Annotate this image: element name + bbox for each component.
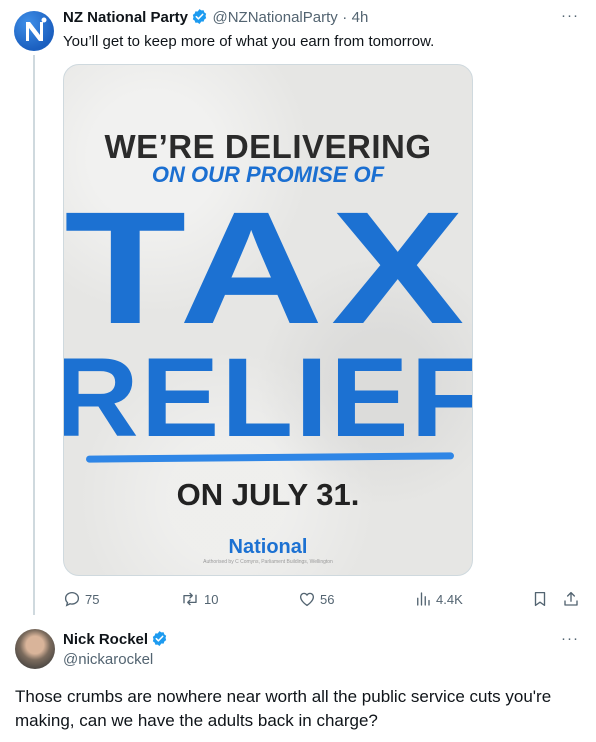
views-button[interactable]: 4.4K bbox=[414, 590, 463, 608]
media-national-logo: National bbox=[228, 536, 308, 558]
reply-author-name[interactable]: Nick Rockel bbox=[63, 631, 148, 648]
reply-header: Nick Rockel bbox=[63, 630, 168, 652]
reply-button[interactable]: 75 bbox=[63, 590, 99, 608]
views-count: 4.4K bbox=[436, 591, 463, 607]
reply-author-handle[interactable]: @nickarockel bbox=[63, 651, 153, 668]
retweet-button[interactable]: 10 bbox=[180, 590, 218, 608]
share-icon bbox=[562, 590, 580, 608]
tweet-text: You’ll get to keep more of what you earn… bbox=[63, 33, 435, 50]
national-logo-icon bbox=[26, 17, 47, 41]
more-options-button[interactable]: ··· bbox=[561, 7, 579, 24]
reply-count: 75 bbox=[85, 591, 100, 607]
like-icon bbox=[298, 590, 316, 608]
verified-badge-icon bbox=[191, 8, 208, 30]
like-button[interactable]: 56 bbox=[298, 590, 334, 608]
verified-badge-icon bbox=[151, 630, 168, 652]
tweet-media-image[interactable]: WE’RE DELIVERING ON OUR PROMISE OF TAX R… bbox=[63, 64, 473, 576]
author-handle[interactable]: @NZNationalParty bbox=[212, 9, 337, 26]
tweet-timestamp[interactable]: 4h bbox=[352, 9, 369, 26]
media-relief-word: RELIEF bbox=[63, 335, 473, 460]
media-date: ON JULY 31. bbox=[176, 477, 360, 512]
tweet-header: NZ National Party @NZNationalParty · 4h bbox=[63, 8, 368, 30]
retweet-icon bbox=[180, 590, 200, 608]
reply-icon bbox=[63, 590, 81, 608]
thread-connector-line bbox=[33, 55, 35, 615]
media-headline: WE’RE DELIVERING bbox=[104, 128, 432, 165]
like-count: 56 bbox=[320, 591, 335, 607]
bookmark-icon bbox=[531, 590, 549, 608]
author-name[interactable]: NZ National Party bbox=[63, 9, 188, 26]
time-separator: · bbox=[342, 9, 348, 26]
media-tax-word: TAX bbox=[64, 178, 472, 357]
avatar-nz-national[interactable] bbox=[14, 11, 54, 51]
reply-more-options-button[interactable]: ··· bbox=[561, 630, 579, 647]
share-button[interactable] bbox=[562, 590, 580, 608]
views-icon bbox=[414, 590, 432, 608]
bookmark-button[interactable] bbox=[531, 590, 549, 608]
reply-text: Those crumbs are nowhere near worth all … bbox=[15, 687, 552, 730]
media-authorisation-text: Authorised by C Comyns, Parliament Build… bbox=[203, 559, 333, 565]
avatar-nick-rockel[interactable] bbox=[15, 629, 55, 669]
retweet-count: 10 bbox=[204, 591, 219, 607]
